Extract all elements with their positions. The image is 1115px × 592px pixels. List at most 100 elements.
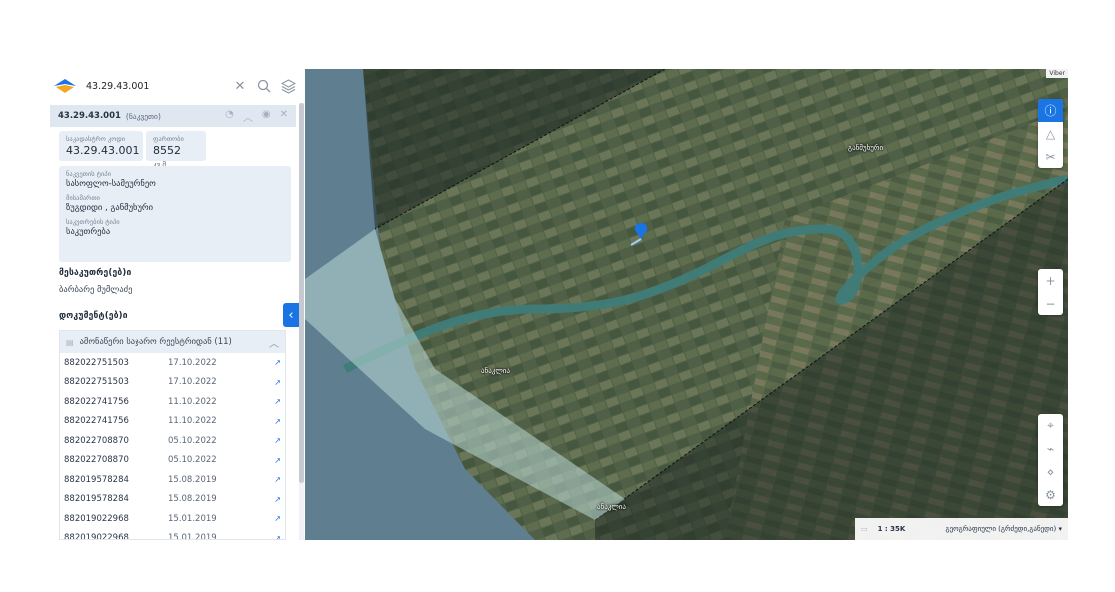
open-external-icon[interactable]: ↗: [274, 475, 281, 484]
document-date: 17.10.2022: [168, 377, 217, 388]
open-external-icon[interactable]: ↗: [274, 436, 281, 445]
viber-badge: Viber: [1046, 69, 1068, 78]
parcel-type: (ნაკვეთი): [125, 111, 161, 121]
documents-group-label: ამონაწერი საჯარო რეესტრიდან (11): [79, 337, 232, 347]
cadastral-code-label: საკადასტრო კოდი: [66, 135, 126, 143]
document-number: 882022708870: [64, 455, 129, 466]
document-row[interactable]: 882019578284 15.08.2019 ↗: [60, 490, 285, 510]
parcel-type-label: ნაკვეთის ტიპი: [66, 170, 111, 178]
zoom-controls: + −: [1038, 269, 1063, 315]
scale-icon: ▭: [861, 525, 868, 533]
area-card: ფართობი 8552 კვ.მ.: [146, 131, 206, 169]
document-row[interactable]: 882019578284 15.08.2019 ↗: [60, 470, 285, 490]
document-number: 882019022968: [64, 513, 129, 524]
open-external-icon[interactable]: ↗: [274, 397, 281, 406]
parcel-code: 43.29.43.001: [58, 111, 121, 121]
document-number: 882019578284: [64, 474, 129, 485]
open-external-icon[interactable]: ↗: [274, 378, 281, 387]
document-row[interactable]: 882019022968 15.01.2019 ↗: [60, 509, 285, 529]
parcel-header: 43.29.43.001 (ნაკვეთი) ◔ ︿ ◉ ✕: [50, 105, 296, 127]
cadastral-code-value: 43.29.43.001: [66, 144, 140, 157]
map-label-village-top: განმუხური: [848, 144, 884, 152]
draw-icon[interactable]: ⌁: [1038, 437, 1063, 460]
napr-logo-icon: [54, 79, 76, 93]
document-icon: ▤: [66, 337, 74, 347]
ownership-type-label: საკუთრების ტიპი: [66, 218, 120, 226]
map-view[interactable]: განმუხური ანაკლია ანაკლია Viber ⓘ △ ✂ + …: [305, 69, 1068, 540]
document-number: 882022751503: [64, 357, 129, 368]
documents-group-header[interactable]: ▤ ამონაწერი საჯარო რეესტრიდან (11) ︿: [60, 331, 285, 353]
info-tool-icon[interactable]: ⓘ: [1038, 99, 1063, 122]
document-number: 882019022968: [64, 533, 129, 540]
document-row[interactable]: 882019022968 15.01.2019 ↗: [60, 529, 285, 540]
settings-icon[interactable]: ⚙: [1038, 483, 1063, 506]
document-date: 15.08.2019: [168, 474, 217, 485]
map-status-bar: ▭ 1 : 35K გეოგრაფიული (გრძედი,განედი) ▾: [855, 518, 1068, 540]
document-date: 17.10.2022: [168, 357, 217, 368]
documents-title: დოკუმენტ(ებ)ი: [59, 311, 128, 321]
coordinate-system-select[interactable]: გეოგრაფიული (გრძედი,განედი) ▾: [946, 525, 1063, 533]
zoom-out-icon[interactable]: −: [1038, 292, 1063, 315]
document-date: 05.10.2022: [168, 435, 217, 446]
document-date: 11.10.2022: [168, 416, 217, 427]
collapse-panel-button[interactable]: ‹: [283, 303, 299, 327]
app-window: 43.29.43.001 ✕ 43.29.43.001 (ნაკვეთი) ◔ …: [46, 69, 1068, 540]
chevron-up-icon[interactable]: ︿: [269, 335, 279, 350]
clear-search-icon[interactable]: ✕: [231, 77, 249, 95]
zoom-in-icon[interactable]: +: [1038, 269, 1063, 292]
owners-title: მესაკუთრე(ებ)ი: [59, 268, 132, 278]
measure-polygon-icon[interactable]: △: [1038, 122, 1063, 145]
map-tools-bottom: ⌖ ⌁ ⋄ ⚙: [1038, 414, 1063, 506]
ownership-type-value: საკუთრება: [66, 227, 111, 237]
chevron-up-icon[interactable]: ︿: [243, 109, 253, 124]
scale-value: 1 : 35K: [877, 525, 906, 533]
document-date: 15.08.2019: [168, 494, 217, 505]
document-row[interactable]: 882022741756 11.10.2022 ↗: [60, 392, 285, 412]
document-date: 15.01.2019: [168, 513, 217, 524]
layers-icon[interactable]: [279, 77, 297, 95]
close-icon[interactable]: ✕: [280, 109, 288, 124]
eye-icon[interactable]: ◉: [262, 109, 271, 124]
document-row[interactable]: 882022741756 11.10.2022 ↗: [60, 412, 285, 432]
owner-name: ბარბარე მუმლაძე: [59, 285, 133, 295]
open-external-icon[interactable]: ↗: [274, 514, 281, 523]
ruler-icon[interactable]: ✂: [1038, 145, 1063, 168]
document-number: 882022741756: [64, 396, 129, 407]
cadastral-code-card: საკადასტრო კოდი 43.29.43.001: [59, 131, 143, 161]
open-external-icon[interactable]: ↗: [274, 534, 281, 539]
address-value: ზუგდიდი , განმუხური: [66, 203, 154, 213]
satellite-imagery: [305, 69, 1068, 540]
document-row[interactable]: 882022708870 05.10.2022 ↗: [60, 431, 285, 451]
document-row[interactable]: 882022708870 05.10.2022 ↗: [60, 451, 285, 471]
document-number: 882022751503: [64, 377, 129, 388]
parcel-type-value: სასოფლო-სამეურნეო: [66, 179, 156, 189]
document-date: 11.10.2022: [168, 396, 217, 407]
search-input[interactable]: 43.29.43.001: [86, 81, 225, 92]
info-panel: 43.29.43.001 ✕ 43.29.43.001 (ნაკვეთი) ◔ …: [46, 69, 305, 540]
area-label: ფართობი: [153, 135, 184, 143]
open-external-icon[interactable]: ↗: [274, 456, 281, 465]
locate-icon[interactable]: ⌖: [1038, 414, 1063, 437]
document-row[interactable]: 882022751503 17.10.2022 ↗: [60, 353, 285, 373]
parcel-info-block: ნაკვეთის ტიპი სასოფლო-სამეურნეო მისამართ…: [59, 166, 291, 262]
search-icon[interactable]: [255, 77, 273, 95]
area-value: 8552: [153, 144, 181, 157]
documents-list: ▤ ამონაწერი საჯარო რეესტრიდან (11) ︿ 882…: [59, 330, 286, 540]
document-number: 882019578284: [64, 494, 129, 505]
document-date: 05.10.2022: [168, 455, 217, 466]
scrollbar-thumb[interactable]: [299, 103, 304, 483]
palette-icon[interactable]: ◔: [225, 109, 234, 124]
document-number: 882022708870: [64, 435, 129, 446]
share-icon[interactable]: ⋄: [1038, 460, 1063, 483]
open-external-icon[interactable]: ↗: [274, 358, 281, 367]
open-external-icon[interactable]: ↗: [274, 495, 281, 504]
document-row[interactable]: 882022751503 17.10.2022 ↗: [60, 373, 285, 393]
panel-scrollbar[interactable]: [299, 103, 304, 540]
open-external-icon[interactable]: ↗: [274, 417, 281, 426]
document-number: 882022741756: [64, 416, 129, 427]
map-label-village-mid: ანაკლია: [481, 367, 510, 375]
map-tools-top: ⓘ △ ✂: [1038, 99, 1063, 168]
address-label: მისამართი: [66, 194, 100, 202]
map-label-village-bottom: ანაკლია: [597, 503, 626, 511]
document-date: 15.01.2019: [168, 533, 217, 540]
